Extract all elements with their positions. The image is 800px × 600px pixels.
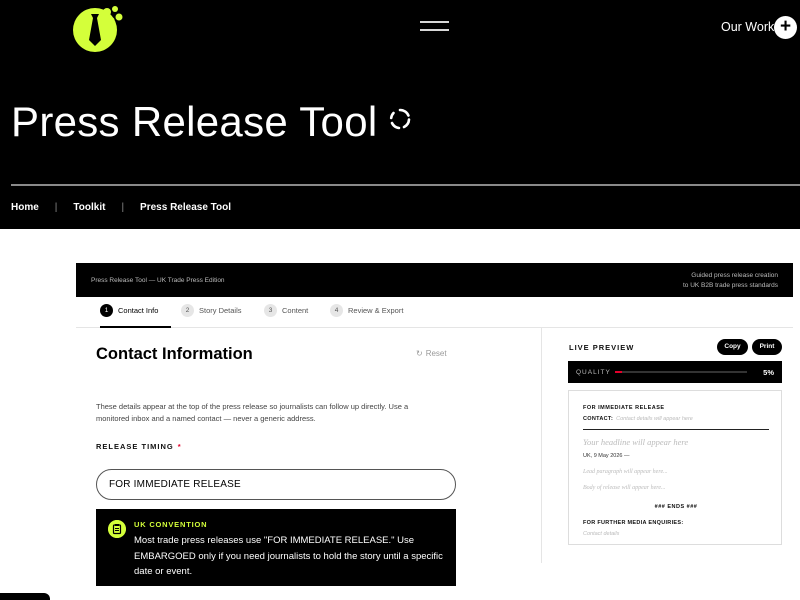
live-preview-label: LIVE PREVIEW <box>569 343 635 352</box>
quality-fill <box>615 371 622 373</box>
tab-label: Content <box>282 306 309 315</box>
press-release-tool: Press Release Tool — UK Trade Press Edit… <box>76 263 793 600</box>
print-button[interactable]: Print <box>752 339 782 355</box>
breadcrumb-separator: | <box>54 202 58 213</box>
site-header: Our Work + Press Release Tool Home | Too… <box>0 0 800 229</box>
tab-contact-info[interactable]: 1 Contact Info <box>100 304 171 328</box>
tool-tagline-line1: Guided press release creation <box>691 272 778 279</box>
release-timing-select[interactable]: FOR IMMEDIATE RELEASE <box>96 469 456 500</box>
uk-convention-callout: UK CONVENTION Most trade press releases … <box>96 509 456 586</box>
preview-divider-line <box>583 429 769 430</box>
header-divider <box>11 184 800 186</box>
reset-icon: ↻ <box>416 349 423 358</box>
preview-headline: Your headline will appear here <box>583 437 689 447</box>
tool-edition: Press Release Tool — UK Trade Press Edit… <box>91 277 225 284</box>
preview-contact-details: Contact details <box>583 531 620 537</box>
preview-media-enquiries: FOR FURTHER MEDIA ENQUIRIES: <box>583 520 684 526</box>
section-title: Contact Information <box>96 345 253 363</box>
breadcrumb: Home | Toolkit | Press Release Tool <box>11 202 231 213</box>
callout-title: UK CONVENTION <box>134 520 208 529</box>
breadcrumb-current: Press Release Tool <box>140 202 232 213</box>
tab-label: Review & Export <box>348 306 404 315</box>
copy-button[interactable]: Copy <box>717 339 748 355</box>
tab-label: Contact Info <box>118 306 159 315</box>
press-release-preview: FOR IMMEDIATE RELEASE CONTACT: Contact de… <box>568 390 782 545</box>
loading-spinner-icon <box>389 108 411 130</box>
clipboard-icon <box>108 520 126 538</box>
lightbulb-tie-logo[interactable] <box>73 4 125 52</box>
page: Our Work + Press Release Tool Home | Too… <box>0 0 800 600</box>
tab-story-details[interactable]: 2 Story Details <box>181 304 242 328</box>
preview-contact-placeholder: Contact details will appear here <box>616 416 693 422</box>
preview-contact-line: CONTACT: Contact details will appear here <box>583 416 693 422</box>
required-indicator: * <box>177 442 182 451</box>
quality-value: 5% <box>763 368 774 377</box>
section-description: These details appear at the top of the p… <box>96 402 409 423</box>
tool-topbar: Press Release Tool — UK Trade Press Edit… <box>76 263 793 297</box>
release-timing-label-text: RELEASE TIMING <box>96 442 174 451</box>
tab-content[interactable]: 3 Content <box>264 304 308 328</box>
page-title: Press Release Tool <box>11 98 378 145</box>
breadcrumb-toolkit[interactable]: Toolkit <box>73 202 105 213</box>
our-work-link[interactable]: Our Work <box>721 20 774 34</box>
preview-release-timing: FOR IMMEDIATE RELEASE <box>583 405 665 411</box>
plus-icon[interactable]: + <box>774 16 797 39</box>
preview-divider <box>541 328 542 563</box>
step-number: 4 <box>330 304 343 317</box>
step-number: 1 <box>100 304 113 317</box>
tool-tagline: Guided press release creation to UK B2B … <box>618 271 778 290</box>
breadcrumb-separator: | <box>121 202 125 213</box>
quality-meter: QUALITY 5% <box>568 361 782 383</box>
reset-button[interactable]: ↻ Reset <box>416 349 447 358</box>
callout-body: Most trade press releases use "FOR IMMED… <box>134 535 443 577</box>
step-number: 3 <box>264 304 277 317</box>
floating-tab[interactable] <box>0 593 50 600</box>
preview-contact-label: CONTACT: <box>583 416 614 422</box>
quality-label: QUALITY <box>576 369 611 376</box>
preview-dateline: UK, 9 May 2026 — <box>583 453 630 459</box>
breadcrumb-home[interactable]: Home <box>11 202 39 213</box>
hamburger-icon[interactable] <box>420 21 449 35</box>
tab-label: Story Details <box>199 306 242 315</box>
preview-lead: Lead paragraph will appear here... <box>583 469 668 475</box>
step-number: 2 <box>181 304 194 317</box>
quality-track <box>615 371 747 373</box>
tool-tagline-line2: to UK B2B trade press standards <box>682 281 778 289</box>
reset-label: Reset <box>425 349 447 358</box>
tab-review-export[interactable]: 4 Review & Export <box>330 304 403 328</box>
release-timing-label: RELEASE TIMING * <box>96 442 182 451</box>
step-tabs: 1 Contact Info 2 Story Details 3 Content… <box>76 297 793 328</box>
preview-body: Body of release will appear here... <box>583 485 666 491</box>
preview-ends-marker: ### ENDS ### <box>654 504 698 510</box>
